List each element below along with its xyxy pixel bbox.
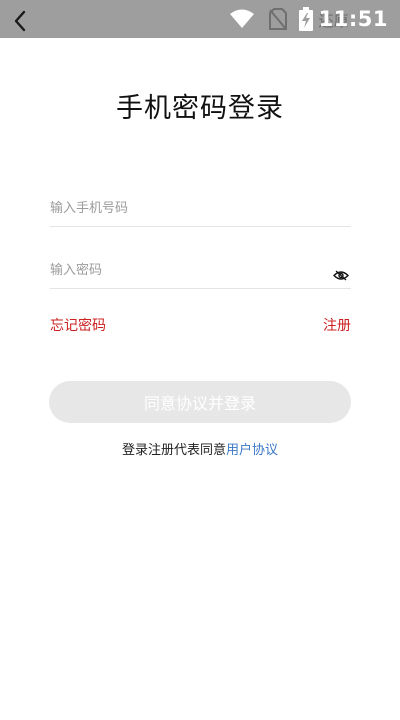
status-time: 11:51: [318, 7, 388, 31]
clock: 还原 11:51: [319, 6, 388, 32]
password-input[interactable]: [50, 255, 331, 285]
page-title: 手机密码登录: [116, 93, 284, 124]
login-screen: 还原 11:51 手机密码登录 忘记密码 注册 同意协议并登录 登录注册代表同意…: [0, 0, 400, 720]
phone-input[interactable]: [50, 193, 351, 223]
user-agreement-link[interactable]: 用户协议: [226, 443, 278, 458]
agree-and-login-button[interactable]: 同意协议并登录: [49, 381, 351, 423]
battery-charging-icon: [298, 7, 313, 31]
password-field: [50, 252, 351, 289]
password-visibility-toggle[interactable]: [331, 265, 351, 285]
agreement-notice: 登录注册代表同意用户协议: [0, 439, 400, 458]
account-links: 忘记密码 注册: [50, 315, 351, 335]
eye-icon: [333, 270, 349, 280]
no-sim-icon: [268, 8, 287, 30]
agreement-text: 登录注册代表同意: [121, 443, 226, 458]
wifi-icon: [229, 9, 254, 28]
phone-field: [50, 190, 351, 227]
register-link[interactable]: 注册: [323, 315, 351, 335]
status-icons: 还原 11:51: [229, 6, 388, 32]
forgot-password-link[interactable]: 忘记密码: [50, 315, 106, 335]
status-bar: 还原 11:51: [0, 0, 400, 38]
chevron-left-icon: [14, 10, 26, 32]
back-button[interactable]: [6, 7, 34, 35]
